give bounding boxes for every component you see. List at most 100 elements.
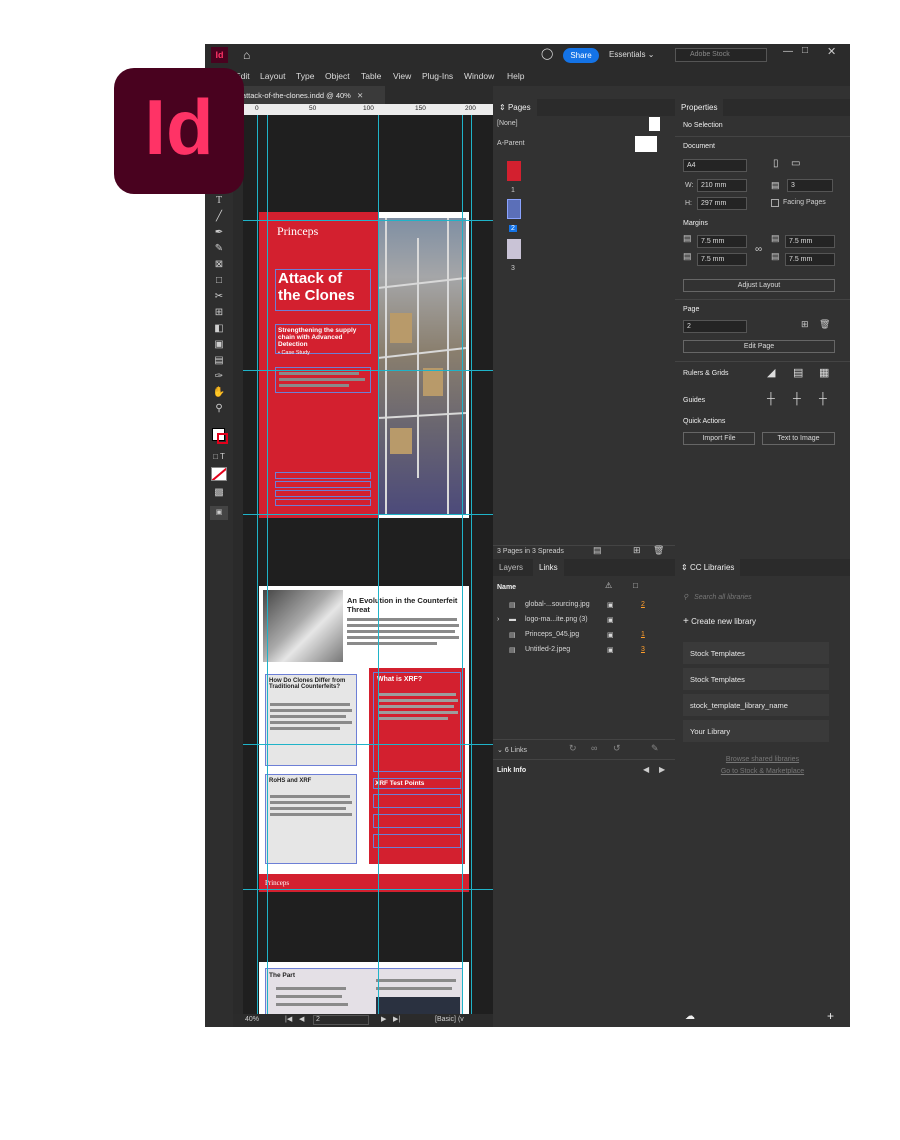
import-file-button[interactable]: Import File [683, 432, 755, 445]
close-window-button[interactable]: ✕ [827, 45, 836, 58]
margin-bottom-field[interactable]: 7.5 mm [697, 253, 747, 266]
relink-icon[interactable]: ↻ [569, 743, 577, 754]
eyedropper-tool-icon[interactable]: ✑ [210, 370, 228, 384]
library-search-input[interactable]: ⚲ Search all libraries [683, 593, 833, 607]
close-tab-icon[interactable]: ✕ [357, 91, 363, 100]
delete-page-icon[interactable]: 🗑 [653, 545, 664, 556]
margin-right-field[interactable]: 7.5 mm [785, 253, 835, 266]
guides-lock-icon[interactable]: ┼ [793, 393, 801, 405]
goto-link-icon[interactable]: ∞ [591, 743, 597, 753]
menu-view[interactable]: View [393, 71, 411, 81]
page-thumb-1[interactable] [507, 161, 521, 181]
adjust-layout-button[interactable]: Adjust Layout [683, 279, 835, 292]
update-link-icon[interactable]: ↺ [613, 743, 621, 754]
library-item-1[interactable]: Stock Templates [683, 642, 829, 664]
scissors-tool-icon[interactable]: ✂ [210, 290, 228, 304]
pencil-tool-icon[interactable]: ✎ [210, 242, 228, 256]
height-field[interactable]: 297 mm [697, 197, 747, 210]
baseline-grid-icon[interactable]: ▤ [793, 366, 803, 379]
links-tab[interactable]: Links [533, 559, 564, 576]
page-number-field[interactable]: 2 [313, 1015, 369, 1025]
last-page-icon[interactable]: ▶| [393, 1015, 400, 1023]
library-item-2[interactable]: Stock Templates [683, 668, 829, 690]
workspace-switcher[interactable]: Essentials ⌄ [609, 50, 654, 59]
page-3[interactable]: The Part [259, 962, 469, 1014]
pages-tab[interactable]: ⇕ Pages [493, 99, 537, 116]
menu-table[interactable]: Table [361, 71, 381, 81]
edit-page-button[interactable]: Edit Page [683, 340, 835, 353]
width-field[interactable]: 210 mm [697, 179, 747, 192]
margin-top-field[interactable]: 7.5 mm [697, 235, 747, 248]
first-page-icon[interactable]: |◀ [285, 1015, 292, 1023]
menu-layout[interactable]: Layout [260, 71, 286, 81]
new-page-icon[interactable]: ⊞ [633, 545, 641, 556]
menu-window[interactable]: Window [464, 71, 494, 81]
link-row-2[interactable]: › ▬ logo-ma...ite.png (3) ▣ [493, 616, 675, 631]
fill-stroke-swatch-icon[interactable] [210, 426, 228, 446]
rectangle-frame-tool-icon[interactable]: ⊠ [210, 258, 228, 272]
menu-plugins[interactable]: Plug-Ins [422, 71, 453, 81]
zoom-tool-icon[interactable]: ⚲ [210, 402, 228, 416]
page-select[interactable]: 2 [683, 320, 747, 333]
document-size-select[interactable]: A4 [683, 159, 747, 172]
landscape-icon[interactable]: ▭ [791, 158, 800, 169]
none-parent-label[interactable]: [None] [497, 120, 518, 127]
layers-tab[interactable]: Layers [493, 559, 529, 576]
link-row-1-page[interactable]: 2 [641, 601, 645, 608]
none-parent-thumb[interactable] [649, 117, 660, 131]
margin-link-icon[interactable]: ∞ [755, 244, 762, 255]
links-name-column[interactable]: Name [497, 584, 516, 591]
add-element-icon[interactable]: + [827, 1009, 834, 1023]
link-row-4[interactable]: ▤ Untitled-2.jpeg ▣ 3 [493, 646, 675, 661]
screen-mode-icon[interactable]: ▣ [210, 506, 228, 520]
add-page-icon[interactable]: ⊞ [801, 319, 809, 330]
horizontal-ruler[interactable]: 0 50 100 150 200 [233, 104, 493, 115]
document-tab[interactable]: *attack-of-the-clones.indd @ 40% ✕ [235, 86, 385, 104]
cloud-sync-icon[interactable]: ☁ [685, 1011, 695, 1022]
properties-tab[interactable]: Properties [675, 99, 724, 116]
library-item-4[interactable]: Your Library [683, 720, 829, 742]
goto-stock-link[interactable]: Go to Stock & Marketplace [675, 768, 850, 775]
link-row-1[interactable]: ▤ global-...sourcing.jpg ▣ 2 [493, 601, 675, 616]
next-page-icon[interactable]: ▶ [381, 1015, 386, 1023]
menu-help[interactable]: Help [507, 71, 524, 81]
lightbulb-icon[interactable]: ◯ [541, 47, 553, 60]
browse-shared-link[interactable]: Browse shared libraries [675, 756, 850, 763]
pen-tool-icon[interactable]: ✒ [210, 226, 228, 240]
link-info-prev-icon[interactable]: ◀ [643, 765, 649, 774]
line-tool-icon[interactable]: ╱ [210, 210, 228, 224]
document-canvas[interactable]: Princeps Attack of the Clones Strengthen… [233, 104, 493, 1014]
link-info-label[interactable]: Link Info [497, 767, 526, 774]
stock-search-input[interactable]: Adobe Stock [675, 48, 767, 62]
zoom-level[interactable]: 40% [245, 1016, 259, 1023]
a-parent-label[interactable]: A-Parent [497, 140, 525, 147]
rectangle-tool-icon[interactable]: □ [210, 274, 228, 288]
menu-object[interactable]: Object [325, 71, 350, 81]
edit-original-icon[interactable]: ✎ [651, 743, 659, 754]
home-icon[interactable]: ⌂ [243, 48, 257, 62]
document-grid-icon[interactable]: ▦ [819, 366, 829, 379]
portrait-icon[interactable]: ▯ [773, 158, 779, 169]
menu-type[interactable]: Type [296, 71, 314, 81]
free-transform-tool-icon[interactable]: ⊞ [210, 306, 228, 320]
type-tool-icon[interactable]: T [210, 194, 228, 208]
formatting-affects-icon[interactable]: □ T [210, 450, 228, 464]
gradient-feather-tool-icon[interactable]: ▣ [210, 338, 228, 352]
link-row-3[interactable]: ▤ Princeps_045.jpg ▣ 1 [493, 631, 675, 646]
library-item-3[interactable]: stock_template_library_name [683, 694, 829, 716]
edit-page-size-icon[interactable]: ▤ [593, 545, 602, 556]
pages-scrollbar[interactable] [493, 545, 675, 546]
view-mode-icon[interactable]: ▩ [210, 486, 228, 500]
delete-page-prop-icon[interactable]: 🗑 [819, 319, 830, 330]
hand-tool-icon[interactable]: ✋ [210, 386, 228, 400]
expand-chevron-icon[interactable]: › [497, 616, 499, 623]
preflight-style[interactable]: [Basic] (v [435, 1016, 464, 1023]
link-row-4-page[interactable]: 3 [641, 646, 645, 653]
pages-count-field[interactable]: 3 [787, 179, 833, 192]
maximize-button[interactable]: □ [802, 45, 808, 56]
guides-show-icon[interactable]: ┼ [767, 393, 775, 405]
note-tool-icon[interactable]: ▤ [210, 354, 228, 368]
prev-page-icon[interactable]: ◀ [299, 1015, 304, 1023]
a-parent-thumb[interactable] [635, 136, 659, 152]
page-2[interactable]: An Evolution in the Counterfeit Threat H… [259, 586, 469, 892]
